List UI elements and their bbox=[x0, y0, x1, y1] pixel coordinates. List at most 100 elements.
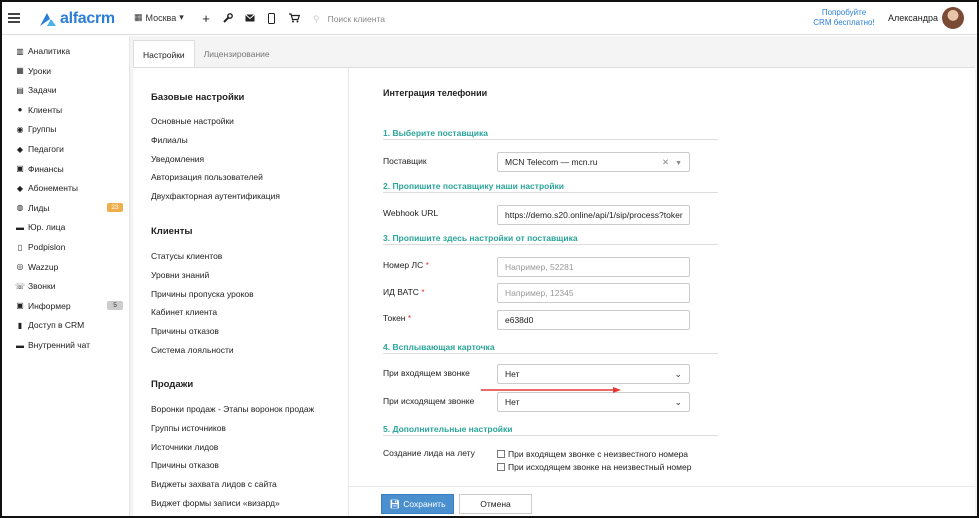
cart-icon[interactable] bbox=[287, 10, 301, 26]
promo-link[interactable]: Попробуйте CRM бесплатно! bbox=[808, 8, 880, 28]
sidebar-item[interactable]: ▣ Информер 5 bbox=[15, 299, 123, 313]
settings-nav-link[interactable]: Причины отказов bbox=[151, 460, 219, 470]
settings-nav-link[interactable]: Статусы клиентов bbox=[151, 251, 222, 261]
ls-number-field[interactable]: Например, 52281 bbox=[497, 257, 690, 277]
sidebar-item[interactable]: ▯ Podpislon bbox=[15, 240, 123, 254]
sidebar-item-label: Группы bbox=[28, 124, 57, 135]
sidebar-item[interactable]: ◎ Wazzup bbox=[15, 260, 123, 274]
webhook-label: Webhook URL bbox=[383, 208, 439, 218]
outgoing-unknown-checkbox-row[interactable]: При исходящем звонке на неизвестный номе… bbox=[497, 462, 691, 472]
user-name[interactable]: Александра bbox=[888, 13, 938, 23]
graduation-cap-icon: ◆ bbox=[16, 144, 24, 154]
incoming-call-select[interactable]: Нет ⌄ bbox=[497, 364, 690, 384]
sidebar-item[interactable]: ▬ Юр. лица bbox=[15, 220, 123, 234]
settings-nav-link[interactable]: Виджет формы записи «визард» bbox=[151, 498, 280, 508]
settings-nav-link[interactable]: Двухфакторная аутентификация bbox=[151, 191, 280, 201]
sidebar-item[interactable]: ▣ Финансы bbox=[15, 162, 123, 176]
annotation-arrow-icon bbox=[481, 387, 621, 393]
settings-nav-link[interactable]: Кабинет клиента bbox=[151, 307, 217, 317]
search-icon: ⚲ bbox=[313, 13, 320, 24]
sidebar-item[interactable]: ◍ Лиды 23 bbox=[15, 201, 123, 215]
provider-select[interactable]: MCN Telecom — mcn.ru ✕ ▼ bbox=[497, 152, 690, 172]
tab-settings[interactable]: Настройки bbox=[133, 40, 195, 68]
settings-nav-link[interactable]: Воронки продаж - Этапы воронок продаж bbox=[151, 404, 314, 414]
sidebar-item-label: Звонки bbox=[28, 281, 56, 292]
sidebar-item[interactable]: ☏ Звонки bbox=[15, 279, 123, 293]
sidebar-item[interactable]: ◆ Абонементы bbox=[15, 181, 123, 195]
section-provider: 1. Выберите поставщика bbox=[383, 128, 718, 140]
avatar[interactable] bbox=[942, 7, 964, 29]
caret-down-icon: ▼ bbox=[675, 159, 682, 167]
settings-nav-link[interactable]: Уведомления bbox=[151, 154, 204, 164]
promo-line-1: Попробуйте bbox=[821, 8, 867, 17]
promo-line-2: CRM бесплатно! bbox=[813, 18, 875, 27]
menu-icon[interactable] bbox=[8, 11, 20, 23]
city-selector[interactable]: ▦ Москва ▾ bbox=[134, 12, 184, 23]
tabs: Настройки Лицензирование bbox=[133, 40, 279, 68]
sidebar-item[interactable]: ● Клиенты bbox=[15, 103, 123, 117]
token-field[interactable]: e638d0 bbox=[497, 310, 690, 330]
settings-nav-link[interactable]: Основные настройки bbox=[151, 116, 234, 126]
add-icon[interactable]: + bbox=[199, 10, 213, 26]
settings-nav-link[interactable]: Группы источников bbox=[151, 423, 226, 433]
cancel-button[interactable]: Отмена bbox=[459, 494, 532, 514]
mobile-icon[interactable] bbox=[264, 10, 278, 26]
sidebar-item-label: Доступ в CRM bbox=[28, 320, 85, 331]
sidebar-item[interactable]: ◉ Группы bbox=[15, 122, 123, 136]
incoming-unknown-checkbox-row[interactable]: При входящем звонке с неизвестного номер… bbox=[497, 449, 688, 459]
incoming-unknown-checkbox[interactable] bbox=[497, 450, 505, 458]
sidebar-item[interactable]: ▬ Внутренний чат bbox=[15, 338, 123, 352]
webhook-url-field[interactable]: https://demo.s20.online/api/1/sip/proces… bbox=[497, 205, 690, 225]
outgoing-unknown-checkbox[interactable] bbox=[497, 463, 505, 471]
settings-nav-link[interactable]: Причины отказов bbox=[151, 326, 219, 336]
sidebar: ▥ Аналитика ▦ Уроки ▤ Задачи ● Клиенты ◉ Группы ◆ П… bbox=[2, 36, 129, 516]
phone-icon: ☏ bbox=[15, 281, 26, 291]
mail-icon[interactable] bbox=[243, 10, 257, 26]
section-our-settings: 2. Пропишите поставщику наши настройки bbox=[383, 181, 718, 193]
settings-nav: Базовые настройки Основные настройки Филиа… bbox=[133, 68, 349, 516]
sidebar-item-label: Podpislon bbox=[28, 242, 66, 252]
settings-nav-link[interactable]: Авторизация пользователей bbox=[151, 172, 263, 182]
chevron-down-icon: ⌄ bbox=[674, 396, 682, 407]
wrench-icon[interactable] bbox=[221, 10, 235, 26]
ls-number-label: Номер ЛС * bbox=[383, 260, 429, 270]
tag-icon: ◆ bbox=[16, 183, 24, 193]
outgoing-call-select[interactable]: Нет ⌄ bbox=[497, 392, 690, 412]
settings-nav-link[interactable]: Виджеты захвата лидов с сайта bbox=[151, 479, 277, 489]
vats-id-field[interactable]: Например, 12345 bbox=[497, 283, 690, 303]
settings-nav-link[interactable]: Источники лидов bbox=[151, 442, 218, 452]
settings-nav-link[interactable]: Филиалы bbox=[151, 135, 188, 145]
search-input[interactable]: Поиск клиента bbox=[328, 14, 385, 24]
sidebar-item-label: Внутренний чат bbox=[28, 340, 91, 350]
save-button[interactable]: 💾︎ Сохранить bbox=[381, 494, 454, 514]
clear-icon[interactable]: ✕ bbox=[662, 157, 669, 167]
sidebar-item[interactable]: ▦ Уроки bbox=[15, 64, 123, 78]
section-provider-settings: 3. Пропишите здесь настройки от поставщи… bbox=[383, 233, 718, 245]
divider bbox=[349, 486, 975, 487]
settings-nav-heading: Клиенты bbox=[151, 226, 193, 237]
search-box[interactable]: ⚲ Поиск клиента bbox=[313, 11, 613, 27]
sidebar-item[interactable]: ◆ Педагоги bbox=[15, 142, 123, 156]
tab-licensing[interactable]: Лицензирование bbox=[195, 40, 279, 68]
incoming-unknown-label: При входящем звонке с неизвестного номер… bbox=[508, 449, 689, 459]
chart-icon: ▥ bbox=[16, 46, 24, 56]
settings-nav-link[interactable]: Система лояльности bbox=[151, 345, 234, 355]
logo[interactable]: alfacrm bbox=[39, 10, 115, 28]
whatsapp-icon: ◎ bbox=[16, 262, 24, 272]
settings-nav-link[interactable]: Причины пропуска уроков bbox=[151, 289, 254, 299]
briefcase-icon: ▬ bbox=[16, 222, 24, 232]
sidebar-item[interactable]: ▮ Доступ в CRM bbox=[15, 318, 123, 332]
logo-text: alfacrm bbox=[60, 10, 115, 27]
money-icon: ▣ bbox=[16, 164, 24, 174]
sidebar-item-label: Юр. лица bbox=[28, 222, 66, 233]
document-icon: ▯ bbox=[17, 242, 23, 252]
sidebar-item[interactable]: ▥ Аналитика bbox=[15, 44, 123, 58]
count-badge: 23 bbox=[107, 202, 123, 212]
sidebar-item-label: Педагоги bbox=[28, 144, 64, 154]
settings-nav-link[interactable]: Уровни знаний bbox=[151, 270, 209, 280]
top-bar: alfacrm ▦ Москва ▾ + ⚲ Поиск клиента Поп… bbox=[2, 2, 977, 35]
sidebar-item[interactable]: ▤ Задачи bbox=[15, 83, 123, 97]
page-title: Интеграция телефонии bbox=[383, 88, 488, 98]
users-icon: ◉ bbox=[16, 124, 24, 134]
settings-panel: Базовые настройки Основные настройки Филиа… bbox=[133, 67, 975, 516]
